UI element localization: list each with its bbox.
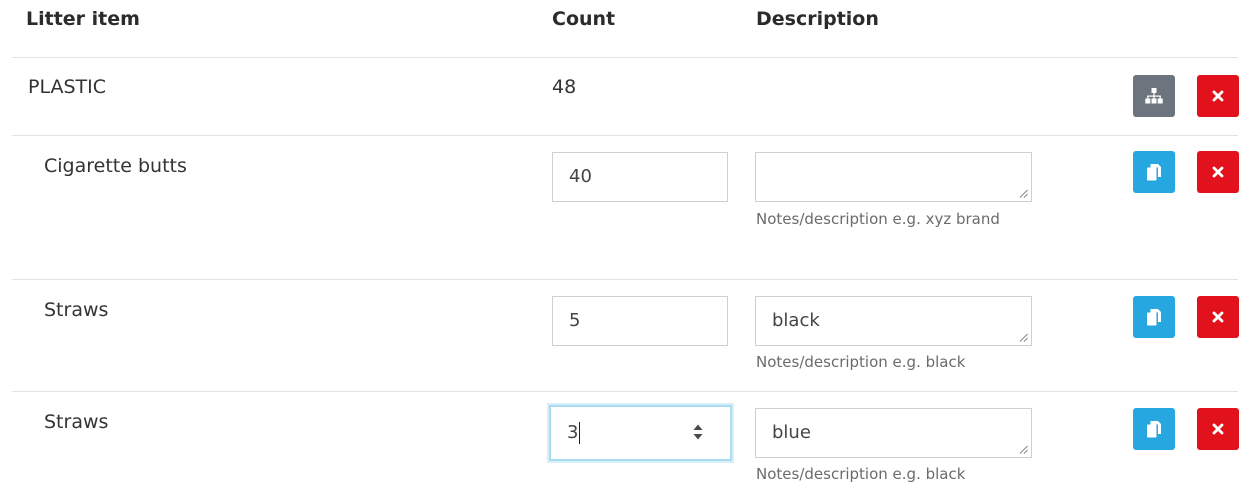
copy-icon [1147,308,1161,325]
copy-row-button[interactable] [1133,151,1175,193]
close-icon [1212,423,1224,435]
sitemap-icon [1145,88,1163,104]
count-value: 3 [567,422,579,443]
copy-row-button[interactable] [1133,296,1175,338]
count-input[interactable]: 5 [552,296,728,346]
category-name: PLASTIC [28,76,107,98]
count-value: 40 [569,166,592,187]
copy-icon [1147,163,1161,180]
copy-row-button[interactable] [1133,408,1175,450]
delete-category-button[interactable] [1197,75,1239,117]
category-count: 48 [552,76,577,98]
close-icon [1212,311,1224,323]
resize-handle-icon[interactable] [1019,333,1028,342]
close-icon [1212,166,1224,178]
row-divider [12,57,1238,58]
row-divider [12,391,1238,392]
row-divider [12,279,1238,280]
count-value: 5 [569,310,581,331]
count-input[interactable]: 40 [552,152,728,202]
description-help-text: Notes/description e.g. xyz brand [756,210,1000,228]
description-help-text: Notes/description e.g. black [756,465,966,483]
text-caret [579,422,581,444]
resize-handle-icon[interactable] [1019,189,1028,198]
description-textarea[interactable] [755,152,1032,202]
column-header-count: Count [552,8,616,30]
delete-row-button[interactable] [1197,408,1239,450]
litter-item-name: Cigarette butts [44,155,187,177]
delete-row-button[interactable] [1197,296,1239,338]
description-value: blue [772,422,811,443]
description-textarea[interactable]: black [755,296,1032,346]
litter-item-name: Straws [44,299,109,321]
number-spinner-icon[interactable] [692,421,704,443]
column-header-description: Description [756,8,879,30]
description-textarea[interactable]: blue [755,408,1032,458]
row-divider [12,135,1238,136]
copy-icon [1147,420,1161,437]
count-input[interactable]: 3 [549,405,732,461]
category-hierarchy-button[interactable] [1133,75,1175,117]
close-icon [1212,90,1224,102]
resize-handle-icon[interactable] [1019,445,1028,454]
description-help-text: Notes/description e.g. black [756,353,966,371]
delete-row-button[interactable] [1197,151,1239,193]
litter-item-name: Straws [44,411,109,433]
description-value: black [772,310,820,331]
column-header-litter-item: Litter item [26,8,140,30]
